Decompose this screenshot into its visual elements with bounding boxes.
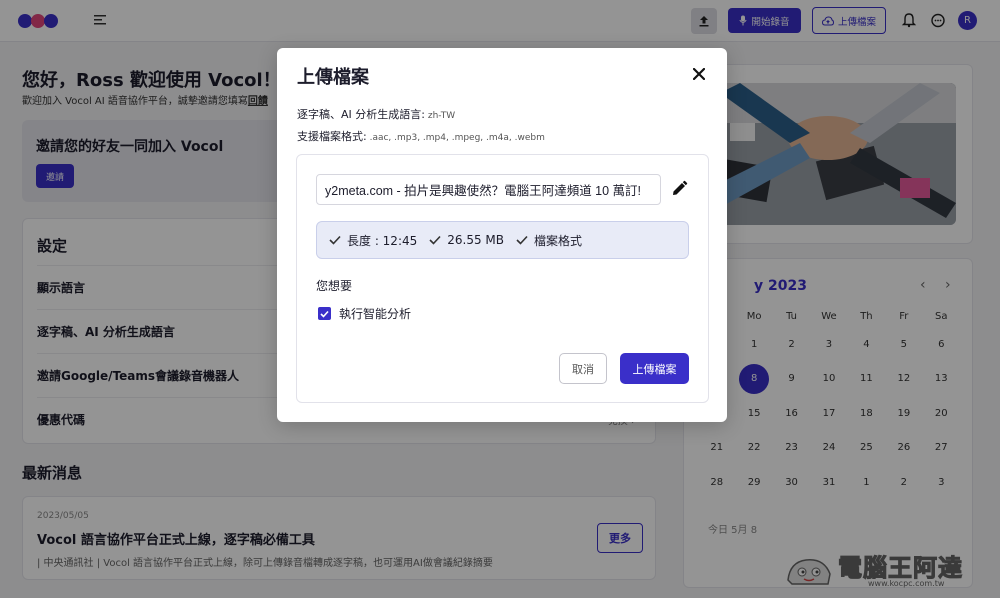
file-name-input[interactable] bbox=[316, 174, 661, 205]
check-format: 檔案格式 bbox=[516, 232, 582, 249]
upload-submit-button[interactable]: 上傳檔案 bbox=[620, 353, 689, 384]
checkbox-check-icon bbox=[320, 310, 329, 318]
close-x-icon bbox=[693, 68, 705, 80]
check-filesize: 26.55 MB bbox=[429, 233, 504, 247]
cancel-button[interactable]: 取消 bbox=[559, 353, 607, 384]
check-icon bbox=[429, 235, 441, 245]
smart-analysis-option[interactable]: 執行智能分析 bbox=[318, 305, 411, 322]
smart-analysis-label: 執行智能分析 bbox=[339, 307, 412, 321]
supported-formats-label: 支援檔案格式: bbox=[297, 130, 367, 143]
output-language-value: zh-TW bbox=[424, 111, 456, 121]
check-format-label: 檔案格式 bbox=[534, 233, 583, 248]
file-validation-bar: 長度 : 12:45 26.55 MB 檔案格式 bbox=[316, 221, 689, 259]
check-icon bbox=[516, 235, 528, 245]
check-duration-label: 長度 : 12:45 bbox=[347, 233, 418, 248]
check-duration: 長度 : 12:45 bbox=[329, 232, 417, 249]
upload-file-dialog: 上傳檔案 逐字稿、AI 分析生成語言: zh-TW 支援檔案格式: .aac, … bbox=[277, 48, 727, 422]
pencil-icon[interactable] bbox=[670, 180, 688, 198]
dialog-title: 上傳檔案 bbox=[297, 67, 369, 88]
close-icon[interactable] bbox=[689, 64, 709, 84]
output-language-label: 逐字稿、AI 分析生成語言: bbox=[297, 108, 425, 121]
options-label: 您想要 bbox=[316, 279, 353, 293]
check-filesize-label: 26.55 MB bbox=[447, 233, 505, 247]
check-icon bbox=[329, 235, 341, 245]
output-language-info: 逐字稿、AI 分析生成語言: zh-TW bbox=[297, 106, 455, 122]
supported-formats-info: 支援檔案格式: .aac, .mp3, .mp4, .mpeg, .m4a, .… bbox=[297, 128, 545, 144]
smart-analysis-checkbox[interactable] bbox=[318, 307, 331, 320]
supported-formats-value: .aac, .mp3, .mp4, .mpeg, .m4a, .webm bbox=[366, 133, 545, 143]
file-details-panel: 長度 : 12:45 26.55 MB 檔案格式 您想要 執行智能分析 取消 上… bbox=[296, 154, 709, 403]
